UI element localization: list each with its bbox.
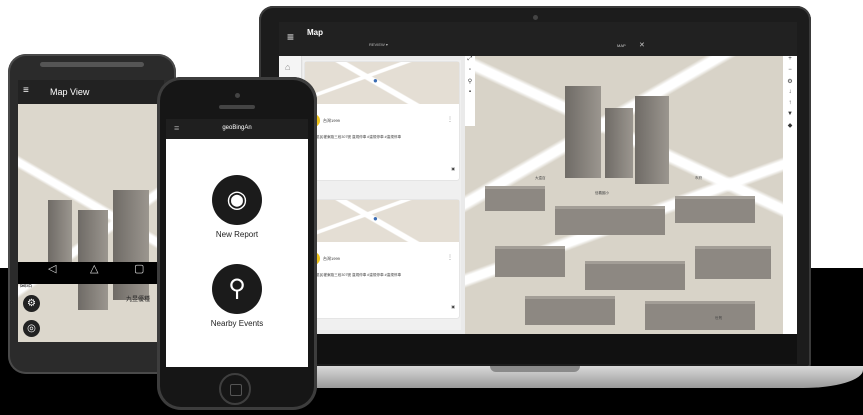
- expand-icon[interactable]: ⤢: [465, 56, 475, 67]
- download-icon[interactable]: ↓: [783, 89, 797, 100]
- back-icon[interactable]: ◁: [48, 262, 56, 275]
- person-icon[interactable]: ▣: [451, 166, 455, 171]
- building: [695, 246, 771, 279]
- laptop-notch: [490, 366, 580, 372]
- settings-icon[interactable]: ⚙: [23, 295, 40, 312]
- map-label: 市府: [695, 176, 702, 180]
- building: [78, 210, 108, 310]
- upload-icon[interactable]: ↑: [783, 100, 797, 111]
- tab-map[interactable]: MAP: [617, 43, 626, 48]
- building: [485, 186, 545, 211]
- square-icon[interactable]: ▫: [465, 67, 475, 78]
- review-dropdown[interactable]: REVIEW ▾: [369, 42, 388, 47]
- map-3d-view[interactable]: 大遠百 信義國小 市府 世貿: [465, 56, 783, 334]
- home-icon[interactable]: △: [90, 262, 98, 275]
- building: [675, 196, 755, 223]
- android-app-bar: ≡ Map View: [18, 80, 164, 104]
- post-map-thumbnail: [305, 62, 459, 104]
- iphone-screen: ≡ geoBingAn ◉ New Report ⚲ Nearby Events: [166, 119, 308, 367]
- settings-icon[interactable]: ⚙: [783, 78, 797, 89]
- location-pin-icon: ⚲: [228, 275, 246, 302]
- menu-icon[interactable]: ≡: [23, 85, 29, 96]
- post-user: 台灣1999: [323, 256, 340, 261]
- iphone-camera: [235, 93, 240, 98]
- android-title: Map View: [50, 87, 90, 97]
- post-card[interactable]: ● 1999 台灣1999 ⋮ 中正區民權東路三段307號 違規停車 #違規停車…: [305, 200, 459, 318]
- iphone-speaker: [219, 105, 255, 109]
- zoom-out-icon[interactable]: −: [783, 67, 797, 78]
- map-tools-right: + − ⚙ ↓ ↑ ▼ ◆: [783, 56, 797, 334]
- post-text: 中正區民權東路三段307號 違規停車 #違規停車 #違規停車: [309, 135, 402, 139]
- building: [585, 261, 685, 290]
- building: [495, 246, 565, 277]
- laptop-screen: ≡ Map REVIEW ▾ MAP ✕ ⌂ ● 1999 台灣1999 ⋮ 中…: [279, 22, 797, 334]
- android-speaker: [40, 62, 144, 67]
- new-report-button[interactable]: ◉: [212, 175, 262, 225]
- building: [565, 86, 601, 178]
- map-label: 世貿: [715, 316, 722, 320]
- post-text: 中正區民權東路三段307號 違規停車 #違規停車 #違規停車: [309, 273, 402, 277]
- map-label: 九昱優種: [126, 297, 151, 303]
- more-icon[interactable]: ⋮: [447, 254, 453, 261]
- close-icon[interactable]: ✕: [639, 41, 645, 49]
- location-pin-icon: ●: [373, 214, 378, 223]
- map-label: 大遠百: [535, 176, 546, 180]
- delete-icon[interactable]: ▪: [465, 89, 475, 100]
- iphone-home-button[interactable]: [219, 373, 251, 405]
- building: [645, 301, 755, 330]
- building: [555, 206, 665, 235]
- laptop-app-bar: ≡ Map REVIEW ▾ MAP ✕: [279, 22, 797, 56]
- android-screen: ≡ Map View 九昱優種 園站 ⚙ ◎: [18, 80, 164, 342]
- menu-icon[interactable]: ≡: [287, 30, 294, 44]
- app-title: Map: [307, 28, 323, 37]
- camera-icon: ◉: [226, 186, 248, 213]
- home-icon[interactable]: ⌂: [285, 62, 290, 72]
- post-feed: ● 1999 台灣1999 ⋮ 中正區民權東路三段307號 違規停車 #違規停車…: [303, 60, 461, 330]
- new-report-label: New Report: [215, 230, 259, 239]
- layers-icon[interactable]: ◆: [783, 122, 797, 133]
- laptop-camera: [533, 15, 538, 20]
- map-label: 信義國小: [595, 191, 609, 195]
- post-user: 台灣1999: [323, 118, 340, 123]
- building: [635, 96, 669, 184]
- location-pin-icon: ●: [373, 76, 378, 85]
- post-map-thumbnail: [305, 200, 459, 242]
- laptop-bezel: [279, 334, 797, 364]
- filter-icon[interactable]: ▼: [783, 111, 797, 122]
- building: [605, 108, 633, 178]
- crosshair-icon[interactable]: ◎: [23, 320, 40, 337]
- person-icon[interactable]: ▣: [451, 304, 455, 309]
- nearby-events-label: Nearby Events: [210, 319, 264, 328]
- zoom-in-icon[interactable]: +: [783, 56, 797, 67]
- nearby-events-button[interactable]: ⚲: [212, 264, 262, 314]
- iphone-app-bar: ≡ geoBingAn: [166, 119, 308, 139]
- more-icon[interactable]: ⋮: [447, 116, 453, 123]
- iphone-title: geoBingAn: [222, 125, 252, 131]
- location-pin-icon[interactable]: ⚲: [465, 78, 475, 89]
- recents-icon[interactable]: ▢: [134, 262, 144, 275]
- post-card[interactable]: ● 1999 台灣1999 ⋮ 中正區民權東路三段307號 違規停車 #違規停車…: [305, 62, 459, 180]
- map-tools-left: ⤢ ▫ ⚲ ▪: [465, 56, 475, 126]
- building: [525, 296, 615, 325]
